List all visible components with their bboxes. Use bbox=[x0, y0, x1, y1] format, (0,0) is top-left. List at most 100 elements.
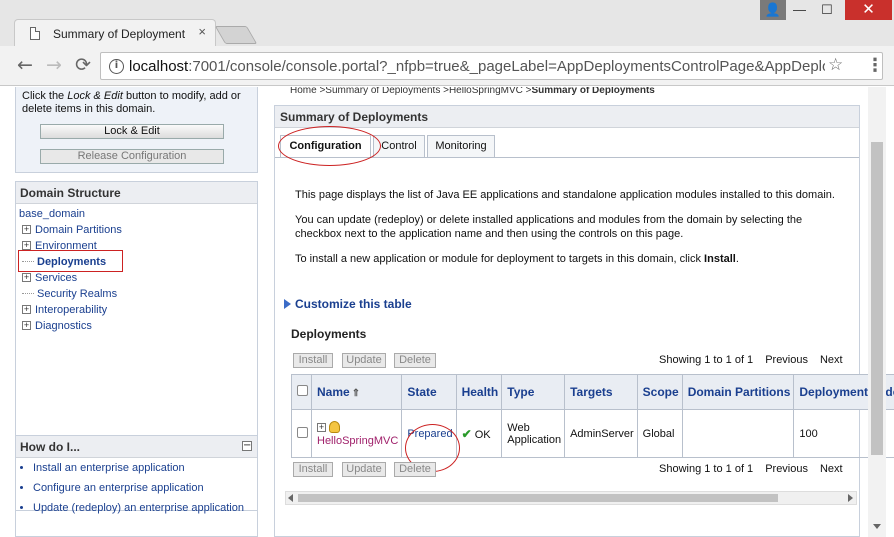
how-do-i-list: Install an enterprise application Config… bbox=[16, 458, 257, 518]
column-scope[interactable]: Scope bbox=[636, 374, 683, 410]
maximize-button[interactable]: ☐ bbox=[813, 0, 841, 20]
tree-connector bbox=[22, 293, 34, 294]
row-type-cell: Web Application bbox=[501, 409, 566, 458]
new-tab-button[interactable] bbox=[214, 26, 258, 44]
lock-text-emphasis: Lock & Edit bbox=[67, 90, 123, 102]
row-scope-cell: Global bbox=[636, 409, 683, 458]
scroll-left-icon[interactable] bbox=[288, 494, 293, 502]
browser-tab-bar: Summary of Deployments × 👤 — ☐ ✕ bbox=[0, 0, 894, 47]
configuration-highlight-annotation bbox=[278, 126, 381, 166]
user-profile-icon[interactable]: 👤 bbox=[760, 0, 786, 20]
back-arrow-icon[interactable]: ← bbox=[17, 55, 33, 75]
expand-icon[interactable]: + bbox=[22, 305, 31, 314]
release-configuration-button[interactable]: Release Configuration bbox=[40, 149, 224, 164]
how-do-i-title-text: How do I... bbox=[20, 440, 80, 454]
row-select-cell bbox=[291, 409, 312, 458]
url-host: localhost bbox=[129, 58, 189, 75]
pager-next[interactable]: Next bbox=[820, 463, 843, 475]
type-value-line: Web bbox=[507, 421, 530, 434]
pager-count: Showing 1 to 1 of 1 bbox=[659, 463, 754, 475]
sort-ascending-icon[interactable]: ⇑ bbox=[352, 388, 360, 399]
pager-previous[interactable]: Previous bbox=[765, 463, 808, 475]
row-checkbox[interactable] bbox=[297, 426, 308, 438]
breadcrumb: Home >Summary of Deployments >HelloSprin… bbox=[290, 87, 655, 96]
pager-next[interactable]: Next bbox=[820, 354, 843, 366]
summary-of-deployments-panel: Summary of Deployments Configuration Con… bbox=[274, 105, 894, 537]
column-targets[interactable]: Targets bbox=[564, 374, 638, 410]
column-state[interactable]: State bbox=[401, 374, 457, 410]
tree-item-security-realms[interactable]: Security Realms bbox=[22, 288, 117, 302]
window-close-button[interactable]: ✕ bbox=[845, 0, 892, 20]
how-do-i-link-configure[interactable]: Configure an enterprise application bbox=[33, 478, 257, 498]
install-button[interactable]: Install bbox=[293, 353, 333, 368]
select-all-checkbox[interactable] bbox=[297, 385, 308, 396]
expand-icon[interactable]: + bbox=[22, 241, 31, 250]
page-info-icon[interactable]: i bbox=[109, 59, 124, 74]
tree-item-label: Security Realms bbox=[37, 288, 118, 300]
url-text[interactable]: localhost:7001/console/console.portal?_n… bbox=[129, 58, 825, 75]
tree-item-label: Domain Partitions bbox=[35, 224, 122, 236]
delete-button[interactable]: Delete bbox=[394, 462, 436, 477]
row-health-cell: ✔ OK bbox=[455, 409, 503, 458]
how-do-i-panel: How do I... − Install an enterprise appl… bbox=[15, 435, 258, 537]
domain-structure-title: Domain Structure bbox=[16, 182, 257, 204]
url-path: :7001/console/console.portal?_nfpb=true&… bbox=[188, 58, 825, 75]
expand-icon[interactable]: + bbox=[22, 273, 31, 282]
description-text: You can update (redeploy) or delete inst… bbox=[295, 214, 803, 240]
horizontal-scroll-thumb[interactable] bbox=[298, 494, 778, 502]
column-name[interactable]: Name ⇑ bbox=[310, 374, 403, 410]
row-partitions-cell bbox=[681, 409, 795, 458]
reload-icon[interactable]: ⟳ bbox=[75, 55, 91, 75]
tree-item-services[interactable]: + Services bbox=[22, 272, 77, 286]
select-all-header bbox=[291, 374, 312, 410]
install-button[interactable]: Install bbox=[293, 462, 333, 477]
bookmark-star-icon[interactable]: ☆ bbox=[828, 55, 843, 75]
column-type[interactable]: Type bbox=[501, 374, 566, 410]
tree-item-interoperability[interactable]: + Interoperability bbox=[22, 304, 107, 318]
vertical-scrollbar[interactable] bbox=[868, 87, 886, 537]
update-button[interactable]: Update bbox=[342, 353, 386, 368]
how-do-i-link-install[interactable]: Install an enterprise application bbox=[33, 458, 257, 478]
customize-table-link[interactable]: Customize this table bbox=[284, 297, 412, 311]
how-do-i-title: How do I... bbox=[16, 436, 257, 458]
breadcrumb-current: Summary of Deployments bbox=[531, 87, 655, 96]
table-pager: Showing 1 to 1 of 1 Previous Next bbox=[659, 463, 843, 475]
pager-previous[interactable]: Previous bbox=[765, 354, 808, 366]
scroll-down-icon[interactable] bbox=[873, 524, 881, 529]
tree-item-label: Diagnostics bbox=[35, 320, 92, 332]
change-center-panel: Click the Lock & Edit button to modify, … bbox=[15, 87, 258, 173]
description-part: To install a new application or module f… bbox=[295, 253, 705, 265]
collapse-icon[interactable]: − bbox=[242, 441, 252, 451]
vertical-scroll-thumb[interactable] bbox=[871, 142, 883, 455]
browser-tab[interactable]: Summary of Deployments × bbox=[14, 19, 216, 47]
tree-item-label: Interoperability bbox=[35, 304, 108, 316]
description-text: To install a new application or module f… bbox=[295, 252, 840, 266]
tree-item-diagnostics[interactable]: + Diagnostics bbox=[22, 320, 92, 334]
tab-monitoring[interactable]: Monitoring bbox=[427, 135, 495, 157]
scroll-right-icon[interactable] bbox=[848, 494, 853, 502]
row-name-icons: + bbox=[317, 420, 398, 435]
lock-edit-button[interactable]: Lock & Edit bbox=[40, 124, 224, 139]
minimize-button[interactable]: — bbox=[786, 0, 813, 20]
row-targets-cell: AdminServer bbox=[564, 409, 638, 458]
description-bold: Install bbox=[704, 253, 736, 265]
column-health[interactable]: Health bbox=[455, 374, 503, 410]
tree-item-domain-partitions[interactable]: + Domain Partitions bbox=[22, 224, 122, 238]
expand-row-icon[interactable]: + bbox=[317, 422, 326, 432]
application-icon bbox=[329, 420, 340, 433]
domain-root-link[interactable]: base_domain bbox=[19, 208, 85, 220]
application-name-link[interactable]: HelloSpringMVC bbox=[317, 435, 398, 447]
url-bar[interactable]: i localhost:7001/console/console.portal?… bbox=[100, 52, 883, 80]
expand-icon[interactable]: + bbox=[22, 225, 31, 234]
tab-close-icon[interactable]: × bbox=[198, 24, 206, 39]
column-domain-partitions[interactable]: Domain Partitions bbox=[681, 374, 795, 410]
forward-arrow-icon[interactable]: → bbox=[46, 55, 62, 75]
how-do-i-link-update[interactable]: Update (redeploy) an enterprise applicat… bbox=[33, 498, 257, 518]
browser-menu-icon[interactable]: ⋮ bbox=[866, 56, 884, 76]
disclosure-triangle-icon bbox=[284, 299, 291, 309]
breadcrumb-links[interactable]: Home >Summary of Deployments >HelloSprin… bbox=[290, 87, 531, 96]
delete-button[interactable]: Delete bbox=[394, 353, 436, 368]
horizontal-scrollbar[interactable] bbox=[285, 491, 857, 505]
expand-icon[interactable]: + bbox=[22, 321, 31, 330]
update-button[interactable]: Update bbox=[342, 462, 386, 477]
